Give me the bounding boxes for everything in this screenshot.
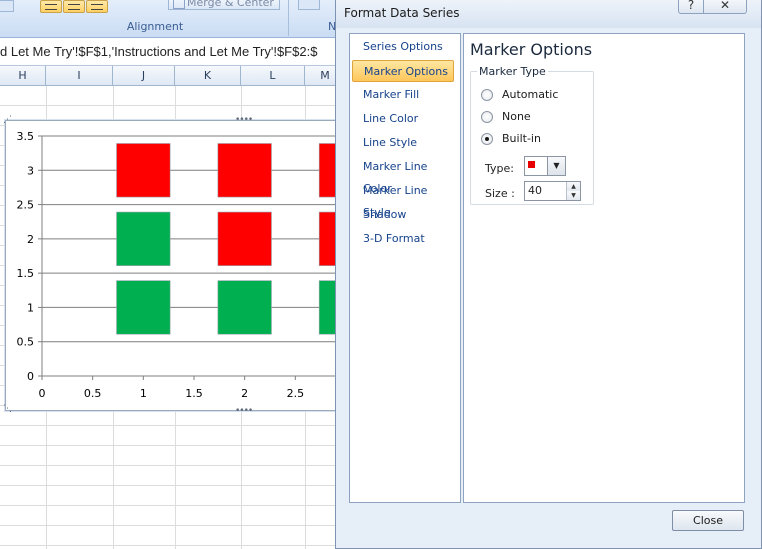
y-tick-label: 1 [27,301,34,314]
marker-red-0[interactable] [116,143,171,198]
radio-none-label: None [502,110,531,123]
formula-bar[interactable]: d Let Me Try'!$F$1,'Instructions and Let… [0,38,340,66]
marker-size-value: 40 [528,184,542,197]
category-marker-line-color[interactable]: Marker Line Color [352,156,454,195]
radio-built-in-button[interactable] [481,133,493,145]
dialog-title: Format Data Series [344,6,460,20]
ribbon-partial-button[interactable] [0,0,14,12]
radio-automatic-label: Automatic [502,88,559,101]
options-panel: Marker Options Marker Type Automatic Non… [463,33,745,503]
x-tick-label: 0.5 [84,387,102,400]
radio-automatic-button[interactable] [481,89,493,101]
ribbon: Merge & Center Alignment N [0,0,340,38]
align-center-button[interactable] [63,0,85,13]
category-shadow[interactable]: Shadow [352,204,454,226]
x-tick-label: 0 [39,387,46,400]
y-tick-label: 0.5 [17,336,35,349]
category-line-color[interactable]: Line Color [352,108,454,130]
help-button[interactable]: ? [678,0,704,14]
y-tick-label: 1.5 [17,267,35,280]
size-label: Size : [485,187,515,200]
align-left-button[interactable] [40,0,62,13]
radio-built-in-label: Built-in [502,132,541,145]
column-header-i[interactable]: I [46,66,113,86]
close-icon[interactable]: ✕ [703,0,747,14]
marker-red-4[interactable] [217,211,272,266]
close-button[interactable]: Close [672,510,744,531]
scatter-plot[interactable]: 3.5 3 2.5 2 1.5 1 0.5 00 0.5 1 1.5 2 2.5 [6,121,346,412]
merge-center-button[interactable]: Merge & Center [168,0,280,10]
panel-title: Marker Options [470,40,593,59]
marker-size-stepper[interactable]: 40 ▲ ▼ [524,181,581,201]
category-marker-fill[interactable]: Marker Fill [352,84,454,106]
ribbon-group-alignment-label: Alignment [126,20,184,33]
category-list: Series Options Marker Options Marker Fil… [349,33,461,503]
spin-down-icon[interactable]: ▼ [567,191,580,200]
category-marker-options[interactable]: Marker Options [352,60,454,82]
y-tick-label: 3 [27,164,34,177]
marker-green-6[interactable] [116,280,171,335]
y-tick-label: 2 [27,233,34,246]
category-marker-line-style[interactable]: Marker Line Style [352,180,454,219]
marker-red-1[interactable] [217,143,272,198]
square-marker-icon [528,161,535,168]
spin-up-icon[interactable]: ▲ [567,182,580,191]
marker-green-7[interactable] [217,280,272,335]
align-right-button[interactable] [86,0,108,13]
column-header-j[interactable]: J [113,66,175,86]
marker-green-3[interactable] [116,211,171,266]
category-line-style[interactable]: Line Style [352,132,454,154]
category-3d-format[interactable]: 3-D Format [352,228,454,250]
y-tick-label: 0 [27,370,34,383]
column-header-h[interactable]: H [0,66,46,86]
x-tick-label: 2.5 [287,387,305,400]
size-spinner[interactable]: ▲ ▼ [566,182,580,200]
category-series-options[interactable]: Series Options [352,36,454,58]
marker-type-group: Marker Type Automatic None Built-in Type… [470,65,594,205]
marker-type-legend: Marker Type [477,65,548,78]
type-label: Type: [485,162,514,175]
column-header-k[interactable]: K [175,66,241,86]
marker-type-select[interactable]: ▼ [524,156,566,176]
radio-none-button[interactable] [481,111,493,123]
format-data-series-dialog: Format Data Series ? ✕ Series Options Ma… [335,0,762,549]
chart-area[interactable]: •••• ⋰ •••• ⋱ 3.5 3 2.5 2 1.5 1 0.5 0 0 0.5 1 1.5 2 2… [3,116,346,416]
y-tick-label: 3.5 [17,130,35,143]
x-tick-label: 1.5 [185,387,203,400]
column-header-l[interactable]: L [241,66,305,86]
x-tick-label: 1 [140,387,147,400]
dialog-titlebar[interactable]: Format Data Series ? ✕ [336,0,761,28]
y-tick-label: 2.5 [17,199,35,212]
chevron-down-icon[interactable]: ▼ [547,157,565,175]
x-tick-label: 2 [241,387,248,400]
ribbon-partial-button-2[interactable] [298,0,320,10]
ribbon-group-separator [288,0,289,36]
column-headers: H I J K L M [0,66,340,86]
